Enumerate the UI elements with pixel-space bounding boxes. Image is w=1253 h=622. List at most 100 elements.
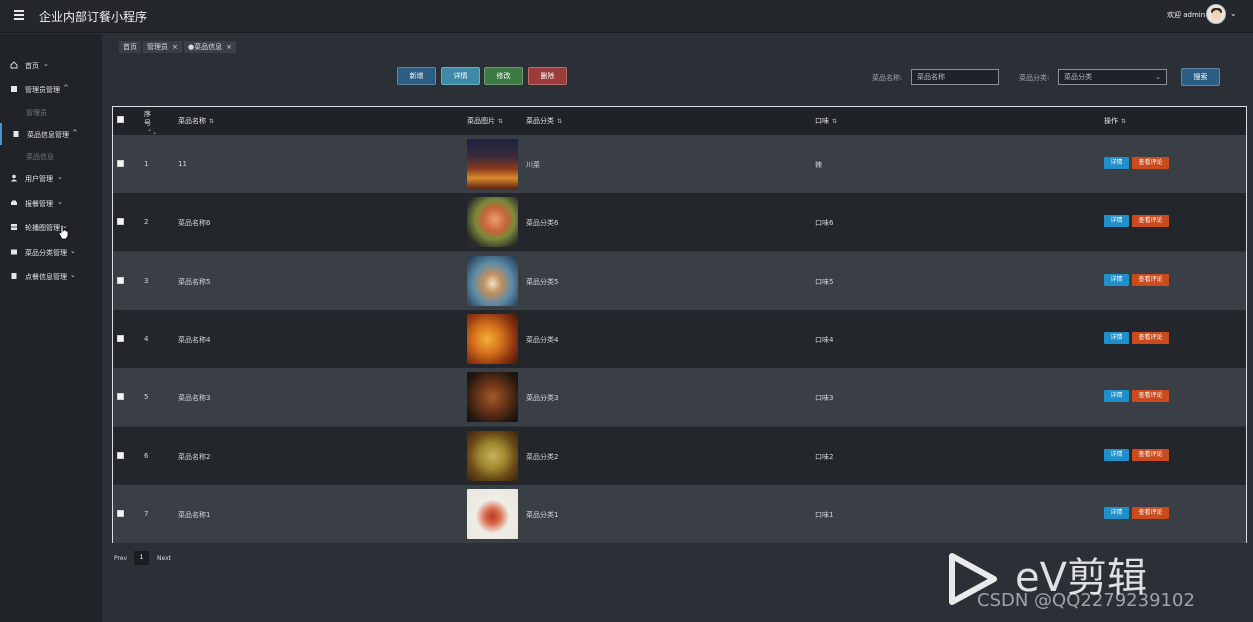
welcome-text: 欢迎 admin: [1167, 11, 1206, 19]
avatar[interactable]: [1206, 4, 1226, 24]
dish-table: 序号 ⌃⌄ 菜品名称 ⇅ 菜品图片 ⇅ 菜品分类 ⇅ 口味 ⇅ 操作 ⇅ 1 11 川菜 辣…: [112, 106, 1247, 543]
row-review-button[interactable]: 查看评论: [1132, 215, 1169, 227]
row-detail-button[interactable]: 详情: [1104, 332, 1129, 344]
row-detail-button[interactable]: 详情: [1104, 390, 1129, 402]
tab-label: ●菜品信息: [188, 43, 223, 51]
row-index: 4: [144, 335, 149, 343]
row-checkbox[interactable]: [117, 160, 124, 167]
sidebar-subitem-admin[interactable]: 管理员: [26, 108, 47, 118]
row-review-button[interactable]: 查看评论: [1132, 274, 1169, 286]
dish-name: 菜品名称2: [178, 453, 211, 461]
sidebar-item-meal-report[interactable]: 报餐管理 ⌄: [0, 192, 102, 214]
row-review-button[interactable]: 查看评论: [1132, 449, 1169, 461]
row-detail-button[interactable]: 详情: [1104, 507, 1129, 519]
chevron-down-icon: ⌄: [57, 173, 63, 181]
row-detail-button[interactable]: 详情: [1104, 157, 1129, 169]
tab-label: 首页: [123, 43, 137, 51]
row-review-button[interactable]: 查看评论: [1132, 157, 1169, 169]
close-icon[interactable]: ×: [226, 43, 232, 51]
page-number-current[interactable]: 1: [134, 551, 149, 565]
sidebar-item-category[interactable]: 菜品分类管理 ⌄: [0, 241, 102, 263]
row-checkbox[interactable]: [117, 510, 124, 517]
menu-icon[interactable]: [14, 10, 24, 20]
tab-label: 管理员: [147, 43, 168, 51]
chevron-down-icon: ⌄: [57, 198, 63, 206]
table-row[interactable]: 3 菜品名称5 菜品分类5 口味5 详情 查看评论: [113, 252, 1246, 310]
table-row[interactable]: 7 菜品名称1 菜品分类1 口味1 详情 查看评论: [113, 485, 1246, 543]
sidebar-item-carousel[interactable]: 轮播图管理 ⌄: [0, 216, 102, 238]
close-icon[interactable]: ×: [172, 43, 178, 51]
col-label: 序号: [144, 110, 151, 127]
category-label: 菜品分类:: [1019, 74, 1050, 82]
sidebar-item-orders[interactable]: 点餐信息管理 ⌄: [0, 265, 102, 287]
dish-image: [467, 372, 518, 422]
row-checkbox[interactable]: [117, 335, 124, 342]
sort-icon: ⇅: [557, 118, 563, 125]
add-button[interactable]: 新增: [397, 67, 436, 85]
table-row[interactable]: 1 11 川菜 辣 详情 查看评论: [113, 135, 1246, 193]
table-row[interactable]: 5 菜品名称3 菜品分类3 口味3 详情 查看评论: [113, 368, 1246, 426]
top-header: 企业内部订餐小程序 欢迎 admin ⌄: [0, 0, 1253, 33]
sidebar-item-admin[interactable]: 管理员管理 ^: [0, 78, 102, 100]
dish-category: 菜品分类4: [526, 336, 559, 344]
row-detail-button[interactable]: 详情: [1104, 274, 1129, 286]
category-select[interactable]: 菜品分类 ⌄: [1058, 69, 1167, 85]
edit-button[interactable]: 修改: [484, 67, 523, 85]
sidebar-item-dishes[interactable]: 菜品信息管理 ^: [0, 123, 102, 145]
dish-name: 菜品名称5: [178, 278, 211, 286]
row-detail-button[interactable]: 详情: [1104, 449, 1129, 461]
col-category[interactable]: 菜品分类 ⇅: [526, 116, 562, 126]
row-review-button[interactable]: 查看评论: [1132, 390, 1169, 402]
delete-button[interactable]: 删除: [528, 67, 567, 85]
col-actions: 操作 ⇅: [1104, 116, 1126, 126]
next-page-link[interactable]: Next: [157, 555, 171, 562]
col-label: 口味: [815, 117, 829, 125]
sidebar-item-users[interactable]: 用户管理 ⌄: [0, 167, 102, 189]
row-checkbox[interactable]: [117, 452, 124, 459]
dish-name: 菜品名称4: [178, 336, 211, 344]
dish-name-label: 菜品名称:: [872, 74, 903, 82]
dish-taste: 口味3: [815, 394, 834, 402]
detail-button[interactable]: 详情: [441, 67, 480, 85]
table-row[interactable]: 4 菜品名称4 菜品分类4 口味4 详情 查看评论: [113, 310, 1246, 368]
row-detail-button[interactable]: 详情: [1104, 215, 1129, 227]
tab-dishes[interactable]: ●菜品信息 ×: [184, 41, 236, 53]
row-index: 1: [144, 160, 149, 168]
dish-category: 菜品分类6: [526, 219, 559, 227]
row-checkbox[interactable]: [117, 218, 124, 225]
row-index: 6: [144, 452, 149, 460]
category-select-value: 菜品分类: [1064, 73, 1092, 81]
admin-icon: [11, 86, 17, 92]
table-row[interactable]: 6 菜品名称2 菜品分类2 口味2 详情 查看评论: [113, 427, 1246, 485]
dish-category: 菜品分类2: [526, 453, 559, 461]
table-row[interactable]: 2 菜品名称6 菜品分类6 口味6 详情 查看评论: [113, 193, 1246, 251]
row-checkbox[interactable]: [117, 277, 124, 284]
dish-image: [467, 489, 518, 539]
chevron-down-icon[interactable]: ⌄: [1230, 9, 1237, 18]
tab-home[interactable]: 首页: [119, 41, 141, 53]
search-button[interactable]: 搜索: [1181, 68, 1220, 86]
sidebar-subitem-dishes[interactable]: 菜品信息: [26, 152, 54, 162]
dish-image: [467, 197, 518, 247]
select-all-checkbox[interactable]: [117, 116, 124, 123]
sidebar-item-home[interactable]: 首页 ⌄: [0, 54, 102, 76]
dish-image: [467, 256, 518, 306]
row-checkbox[interactable]: [117, 393, 124, 400]
tab-admin[interactable]: 管理员 ×: [143, 41, 182, 53]
chevron-up-icon: ^: [72, 129, 78, 137]
col-index[interactable]: 序号 ⌃⌄: [144, 110, 157, 137]
dish-name: 菜品名称1: [178, 511, 211, 519]
sidebar: 首页 ⌄ 管理员管理 ^ 管理员 菜品信息管理 ^ 菜品信息 用户管理 ⌄ 报餐…: [0, 34, 102, 622]
prev-page-link[interactable]: Prev: [114, 555, 127, 562]
row-review-button[interactable]: 查看评论: [1132, 332, 1169, 344]
chevron-down-icon: ⌄: [70, 247, 76, 255]
row-review-button[interactable]: 查看评论: [1132, 507, 1169, 519]
row-index: 7: [144, 510, 149, 518]
dish-category: 菜品分类3: [526, 394, 559, 402]
col-image[interactable]: 菜品图片 ⇅: [467, 116, 503, 126]
dish-name: 菜品名称6: [178, 219, 211, 227]
col-taste[interactable]: 口味 ⇅: [815, 116, 837, 126]
sidebar-item-label: 用户管理: [25, 175, 53, 183]
col-name[interactable]: 菜品名称 ⇅: [178, 116, 214, 126]
dish-name-input[interactable]: 菜品名称: [911, 69, 999, 85]
